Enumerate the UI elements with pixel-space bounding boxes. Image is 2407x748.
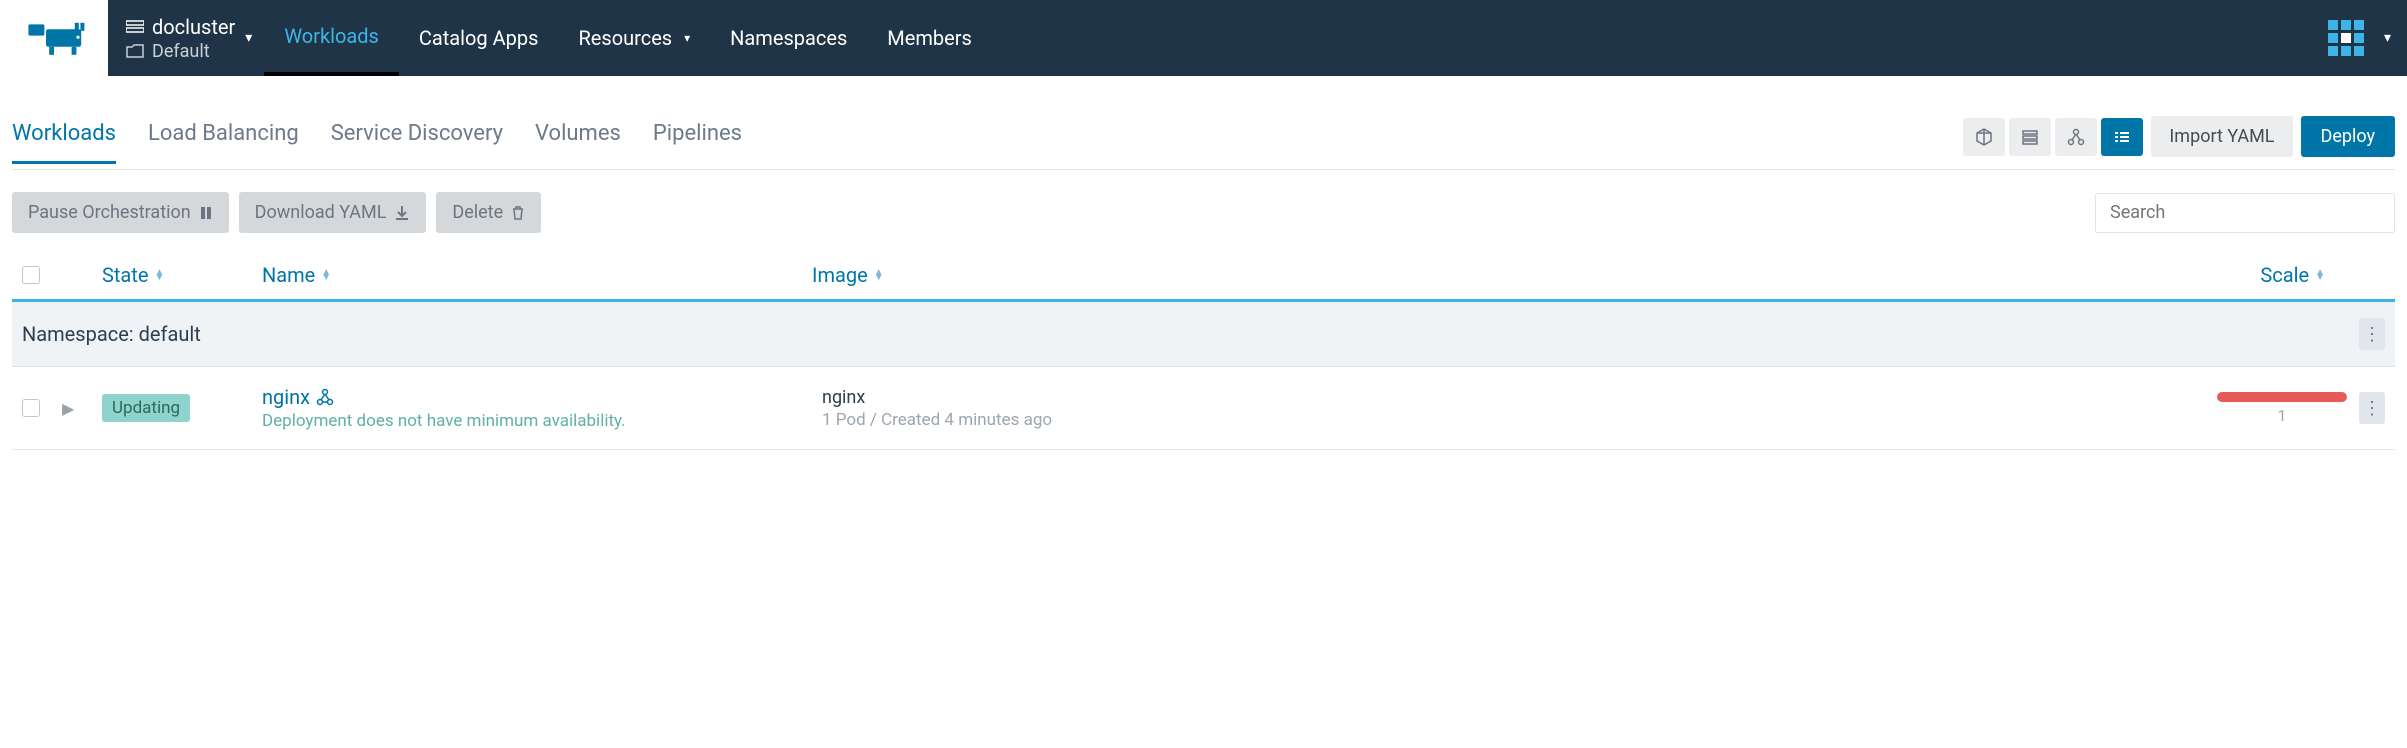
sort-icon: ▲▼ [321, 270, 331, 280]
view-list-icon[interactable] [2101, 118, 2143, 156]
workload-name-text: nginx [262, 385, 310, 409]
scale-indicator: 1 [2217, 392, 2347, 425]
row-menu-button[interactable]: ⋮ [2359, 392, 2385, 424]
sub-tabs: Workloads Load Balancing Service Discove… [12, 116, 2395, 170]
download-icon [394, 205, 410, 221]
main-nav: Workloads Catalog Apps Resources ▾ Names… [264, 0, 992, 76]
column-image-label: Image [812, 263, 868, 287]
sort-icon: ▲▼ [2315, 270, 2325, 280]
nav-catalog[interactable]: Catalog Apps [399, 0, 559, 76]
deploy-button[interactable]: Deploy [2301, 116, 2396, 157]
expand-row-toggle[interactable]: ▶ [62, 399, 102, 418]
pause-icon [199, 206, 213, 220]
nav-members[interactable]: Members [867, 0, 992, 76]
nav-resources-label: Resources [578, 26, 672, 50]
pause-orchestration-button[interactable]: Pause Orchestration [12, 192, 229, 233]
namespace-group-header: Namespace: default ⋮ [12, 302, 2395, 367]
nav-namespaces[interactable]: Namespaces [710, 0, 867, 76]
subtabs-actions: Import YAML Deploy [1963, 116, 2395, 169]
cluster-icon [126, 19, 144, 35]
row-checkbox[interactable] [22, 399, 40, 417]
view-stack-icon[interactable] [2009, 118, 2051, 156]
delete-label: Delete [452, 202, 503, 223]
delete-button[interactable]: Delete [436, 192, 541, 233]
table-header: State ▲▼ Name ▲▼ Image ▲▼ Scale ▲▼ [12, 245, 2395, 302]
top-navbar: docluster Default ▾ Workloads Catalog Ap… [0, 0, 2407, 76]
namespace-menu-button[interactable]: ⋮ [2359, 318, 2385, 350]
cluster-name: docluster [152, 15, 235, 39]
status-badge: Updating [102, 394, 190, 422]
column-name[interactable]: Name ▲▼ [262, 263, 812, 287]
deployment-icon [316, 388, 334, 406]
tab-workloads[interactable]: Workloads [12, 121, 116, 164]
nav-resources[interactable]: Resources ▾ [558, 0, 710, 76]
chevron-down-icon: ▾ [684, 31, 690, 45]
column-image[interactable]: Image ▲▼ [812, 263, 1372, 287]
folder-icon [126, 44, 144, 58]
namespace-label: Namespace: default [22, 322, 201, 346]
image-name: nginx [822, 387, 1382, 408]
download-yaml-button[interactable]: Download YAML [239, 192, 427, 233]
pause-label: Pause Orchestration [28, 202, 191, 223]
workload-name-link[interactable]: nginx [262, 385, 334, 409]
trash-icon [511, 206, 525, 220]
image-subtext: 1 Pod / Created 4 minutes ago [822, 410, 1382, 430]
chevron-down-icon[interactable]: ▾ [2384, 30, 2391, 46]
tab-load-balancing[interactable]: Load Balancing [148, 121, 299, 164]
tab-service-discovery[interactable]: Service Discovery [331, 121, 503, 164]
view-network-icon[interactable] [2055, 118, 2097, 156]
import-yaml-button[interactable]: Import YAML [2151, 116, 2292, 157]
topbar-right: ▾ [2326, 18, 2391, 58]
project-name: Default [152, 41, 210, 62]
workload-subtext: Deployment does not have minimum availab… [262, 411, 822, 431]
nav-workloads[interactable]: Workloads [264, 0, 399, 76]
view-mode-group [1963, 118, 2143, 156]
column-state[interactable]: State ▲▼ [102, 263, 262, 287]
select-all-checkbox[interactable] [22, 266, 40, 284]
sort-icon: ▲▼ [874, 270, 884, 280]
chevron-down-icon: ▾ [245, 30, 252, 46]
table-row: ▶ Updating nginx Deployment does not hav… [12, 367, 2395, 450]
apps-grid-icon[interactable] [2326, 18, 2366, 58]
scale-bar [2217, 392, 2347, 402]
scale-value: 1 [2278, 406, 2287, 425]
column-name-label: Name [262, 263, 315, 287]
download-label: Download YAML [255, 202, 387, 223]
column-scale[interactable]: Scale ▲▼ [2260, 263, 2325, 287]
tab-volumes[interactable]: Volumes [535, 121, 621, 164]
page-content: Workloads Load Balancing Service Discove… [0, 76, 2407, 450]
bulk-toolbar: Pause Orchestration Download YAML Delete [12, 192, 2395, 233]
view-cube-icon[interactable] [1963, 118, 2005, 156]
tab-pipelines[interactable]: Pipelines [653, 121, 742, 164]
cluster-selector[interactable]: docluster Default ▾ [108, 0, 264, 76]
logo-area[interactable] [0, 0, 108, 76]
sort-icon: ▲▼ [154, 270, 164, 280]
column-scale-label: Scale [2260, 263, 2309, 287]
column-state-label: State [102, 263, 148, 287]
rancher-logo-icon [19, 18, 89, 58]
search-input[interactable] [2095, 193, 2395, 233]
